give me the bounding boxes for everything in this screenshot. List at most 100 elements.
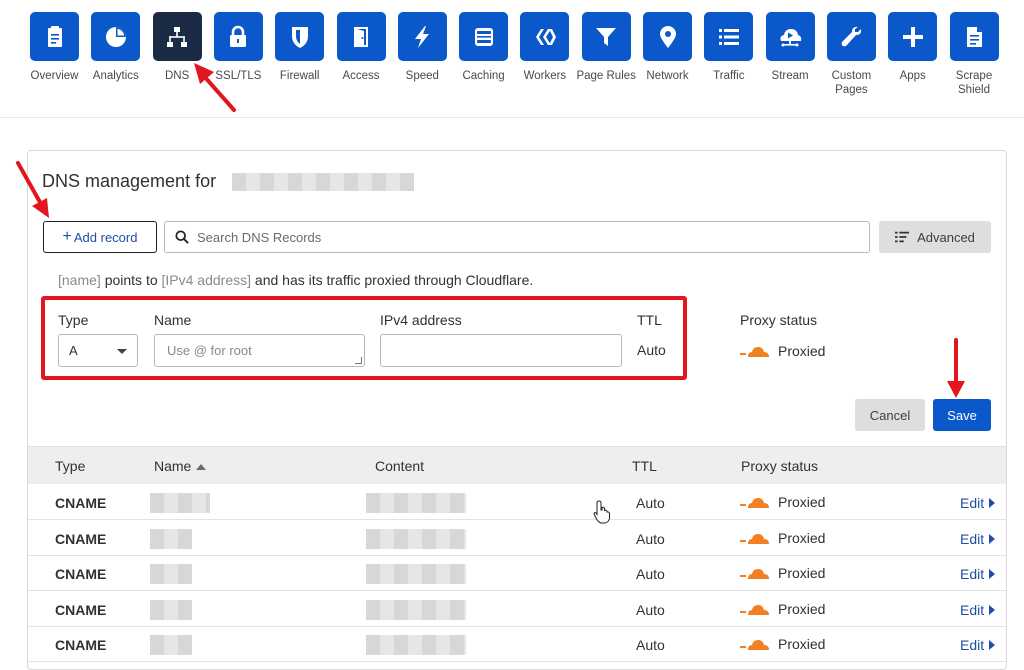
shield-icon — [291, 26, 308, 48]
nav-scrape-shield[interactable]: Scrape Shield — [944, 12, 1005, 97]
nav-speed[interactable]: Speed — [392, 12, 453, 83]
nav-access-label: Access — [342, 70, 380, 82]
ipv4-input[interactable] — [391, 342, 621, 359]
column-header-content[interactable]: Content — [375, 458, 424, 474]
nav-network-tile[interactable] — [643, 12, 692, 61]
advanced-button[interactable]: Advanced — [879, 221, 991, 253]
edit-record-link[interactable]: Edit — [960, 602, 996, 618]
table-row[interactable]: CNAME Auto Proxied Edit — [28, 521, 1006, 556]
hand-cursor-icon — [593, 500, 610, 524]
edit-record-link[interactable]: Edit — [960, 566, 996, 582]
lightning-icon — [415, 25, 430, 48]
nav-analytics-tile[interactable] — [91, 12, 141, 61]
nav-caching-tile[interactable] — [459, 12, 509, 61]
name-field[interactable] — [154, 334, 365, 367]
nav-custom-pages-tile[interactable] — [826, 12, 876, 61]
nav-workers[interactable]: Workers — [514, 12, 575, 83]
nav-traffic-tile[interactable] — [704, 12, 754, 61]
column-header-ttl[interactable]: TTL — [632, 458, 657, 474]
edit-label: Edit — [960, 495, 985, 511]
nav-dns-tile[interactable] — [152, 12, 202, 61]
add-record-label: Add record — [73, 229, 138, 245]
nav-ssl-tls[interactable]: SSL/TLS — [208, 12, 269, 83]
nav-firewall-label: Firewall — [279, 70, 320, 82]
list-icon — [718, 28, 739, 45]
record-type: CNAME — [55, 495, 107, 511]
edit-label: Edit — [960, 566, 985, 582]
edit-record-link[interactable]: Edit — [960, 495, 996, 511]
nav-traffic-label: Traffic — [713, 70, 745, 82]
record-type: CNAME — [55, 601, 107, 618]
redacted-record-name — [150, 564, 192, 584]
door-icon — [354, 26, 368, 47]
sort-ascending-icon — [196, 464, 207, 471]
nav-apps-tile[interactable] — [888, 12, 938, 61]
nav-access[interactable]: Access — [331, 12, 392, 83]
wrench-icon — [842, 26, 862, 46]
nav-overview[interactable]: Overview — [24, 12, 85, 83]
record-proxy-label: Proxied — [778, 494, 826, 510]
record-hint: [name] points to [IPv4 address] and has … — [58, 272, 533, 288]
nav-stream-label: Stream — [771, 70, 809, 82]
nav-custom-pages[interactable]: Custom Pages — [821, 12, 882, 97]
edit-record-link[interactable]: Edit — [960, 637, 996, 653]
nav-scrape-shield-tile[interactable] — [949, 12, 999, 61]
nav-workers-tile[interactable] — [520, 12, 570, 61]
zone-navigation: Overview Analytics DNS SSL/TLS Firewall Acces… — [0, 0, 1024, 118]
nav-overview-label: Overview — [30, 70, 79, 82]
type-select[interactable]: A — [58, 334, 138, 367]
redacted-record-name — [150, 528, 192, 549]
nav-firewall-tile[interactable] — [275, 12, 325, 61]
search-input[interactable] — [195, 228, 869, 246]
nav-access-tile[interactable] — [336, 12, 386, 61]
nav-custom-pages-label: Custom Pages — [831, 70, 872, 96]
table-row[interactable]: CNAME Auto Proxied Edit — [28, 592, 1006, 627]
column-header-type[interactable]: Type — [55, 458, 85, 474]
nav-caching[interactable]: Caching — [453, 12, 514, 83]
hint-text-1: points to — [100, 272, 162, 288]
column-header-name[interactable]: Name — [154, 458, 207, 474]
nav-ssl-tls-label: SSL/TLS — [215, 70, 262, 82]
table-row[interactable]: CNAME Auto Proxied Edit — [28, 556, 1006, 591]
record-ttl: Auto — [636, 637, 665, 653]
location-pin-icon — [659, 25, 676, 48]
nav-page-rules[interactable]: Page Rules — [576, 12, 637, 83]
nav-stream-tile[interactable] — [765, 12, 815, 61]
cancel-button[interactable]: Cancel — [855, 399, 925, 431]
search-dns-records[interactable] — [164, 221, 870, 253]
column-header-proxy-status[interactable]: Proxy status — [741, 458, 818, 474]
nav-analytics[interactable]: Analytics — [85, 12, 146, 83]
name-input[interactable] — [165, 342, 364, 359]
nav-apps[interactable]: Apps — [882, 12, 943, 83]
nav-page-rules-tile[interactable] — [581, 12, 631, 61]
nav-stream[interactable]: Stream — [760, 12, 821, 83]
nav-overview-tile[interactable] — [30, 12, 79, 61]
nav-workers-label: Workers — [523, 70, 567, 82]
nav-ssl-tls-tile[interactable] — [213, 12, 263, 61]
nav-network[interactable]: Network — [637, 12, 698, 83]
table-row[interactable]: CNAME Auto Proxied Edit — [28, 627, 1006, 662]
advanced-label: Advanced — [917, 229, 975, 245]
edit-record-link[interactable]: Edit — [960, 531, 996, 547]
filter-icon — [596, 27, 617, 46]
table-row[interactable]: CNAME Auto Proxied Edit — [28, 485, 1006, 520]
nav-traffic[interactable]: Traffic — [698, 12, 759, 83]
ttl-value: Auto — [637, 342, 666, 358]
hint-text-2: and has its traffic proxied through Clou… — [251, 272, 534, 288]
name-label: Name — [154, 312, 192, 328]
redacted-record-name — [150, 635, 192, 655]
lock-icon — [230, 25, 247, 47]
add-record-button[interactable]: + Add record — [43, 221, 157, 253]
redacted-record-content — [366, 493, 466, 513]
ipv4-field[interactable] — [380, 334, 622, 367]
nav-speed-tile[interactable] — [397, 12, 447, 61]
list-filter-icon — [895, 231, 910, 243]
nav-dns[interactable]: DNS — [147, 12, 208, 83]
resize-handle-icon[interactable] — [355, 357, 362, 364]
save-button[interactable]: Save — [933, 399, 991, 431]
nav-firewall[interactable]: Firewall — [269, 12, 330, 83]
proxy-status-toggle[interactable]: Proxied — [740, 343, 825, 359]
orange-cloud-icon — [740, 640, 769, 650]
dns-management-panel: DNS management for + Add record Advanced… — [27, 150, 1007, 670]
page-title: DNS management for — [42, 171, 217, 191]
